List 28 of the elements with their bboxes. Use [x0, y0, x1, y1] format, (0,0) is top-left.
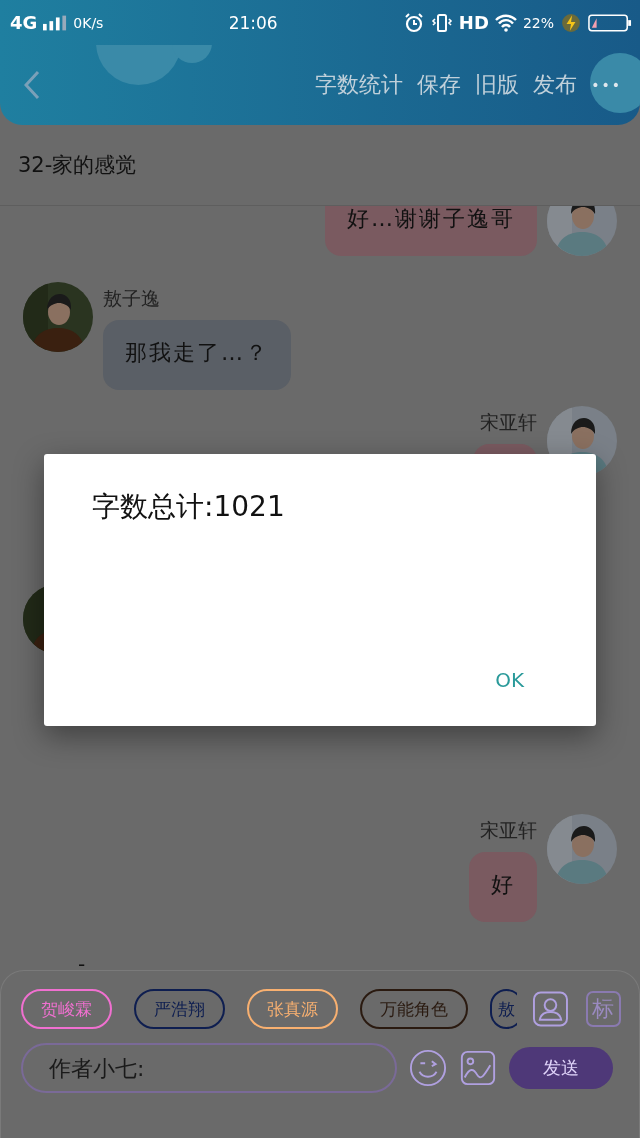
header-action[interactable]: 字数统计	[311, 68, 408, 102]
battery-percent: 22%	[522, 14, 554, 31]
header-action[interactable]: 旧版	[471, 68, 524, 102]
send-button[interactable]: 发送	[509, 1047, 613, 1089]
clock-time: 21:06	[228, 12, 278, 33]
message-bubble: 那我走了…？	[103, 320, 291, 390]
hd-label: HD	[458, 12, 489, 33]
network-speed: 0K/s	[73, 14, 104, 31]
chapter-title: 32-家的感觉	[18, 152, 137, 179]
more-button[interactable]: •••	[587, 75, 626, 95]
network-label: 4G	[10, 12, 38, 33]
message-bubble: 好…谢谢子逸哥	[325, 206, 537, 256]
ok-button[interactable]: OK	[471, 664, 548, 696]
message-bubble: 好	[469, 852, 537, 922]
character-chip[interactable]: 张真源	[247, 989, 338, 1029]
character-chip[interactable]: 贺峻霖	[21, 989, 112, 1029]
sender-name: 宋亚轩	[480, 818, 537, 843]
narration-text: -	[78, 952, 86, 970]
dialog-message: 字数总计:1021	[92, 489, 286, 525]
header-action[interactable]: 发布	[529, 68, 582, 102]
character-chip[interactable]: 敖	[490, 989, 517, 1029]
character-chip[interactable]: 严浩翔	[134, 989, 225, 1029]
sender-name: 敖子逸	[103, 286, 161, 311]
tag-button[interactable]: 标	[585, 991, 621, 1027]
character-chip[interactable]: 万能角色	[360, 989, 468, 1029]
input-field[interactable]: 作者小七:	[21, 1043, 397, 1093]
sender-name: 宋亚轩	[480, 410, 537, 435]
header-action[interactable]: 保存	[413, 68, 466, 102]
